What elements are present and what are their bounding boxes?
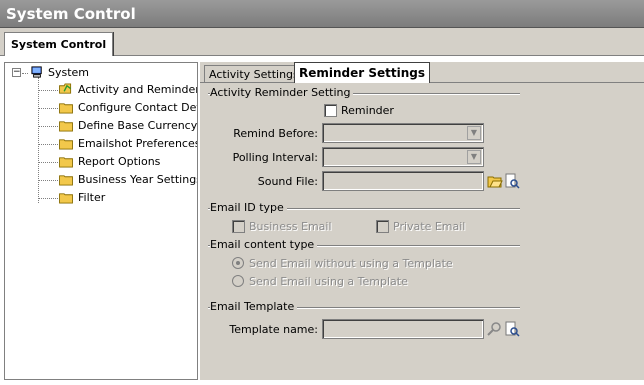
window-title: System Control — [0, 0, 644, 28]
tree-item-report-options[interactable]: Report Options — [78, 154, 160, 170]
tree-connector — [22, 73, 28, 74]
template-name-label: Template name: — [229, 323, 318, 336]
business-email-label: Business Email — [249, 220, 332, 233]
radio-with-template-label: Send Email using a Template — [249, 275, 408, 288]
tree-item-base-currency[interactable]: Define Base Currency — [78, 118, 197, 134]
folder-icon — [59, 157, 73, 168]
activity-folder-icon — [59, 83, 72, 94]
folder-icon — [59, 193, 73, 204]
group-title-email-content: Email content type — [210, 238, 318, 251]
polling-interval-select[interactable]: ▼ — [322, 147, 484, 167]
folder-icon — [59, 121, 73, 132]
polling-interval-label: Polling Interval: — [232, 151, 318, 164]
tree-item-system[interactable]: System — [48, 65, 89, 81]
business-email-checkbox[interactable] — [232, 220, 245, 233]
tree-item-activity-reminder[interactable]: Activity and Reminder Se — [78, 82, 197, 98]
radio-with-template[interactable] — [232, 275, 244, 287]
folder-icon — [59, 139, 73, 150]
folder-icon — [59, 103, 73, 114]
sound-file-label: Sound File: — [257, 175, 318, 188]
outer-tabstrip: System Control — [0, 28, 644, 57]
search-icon[interactable] — [487, 321, 503, 337]
tree-connector — [38, 90, 58, 91]
preview-icon[interactable] — [504, 321, 520, 337]
reminder-check-label: Reminder — [341, 104, 394, 117]
tab-system-control[interactable]: System Control — [4, 32, 114, 57]
tree-item-contact-details[interactable]: Configure Contact Detail — [78, 100, 197, 116]
radio-without-template[interactable] — [232, 257, 244, 269]
remind-before-select[interactable]: ▼ — [322, 123, 484, 143]
computer-icon — [31, 66, 42, 78]
private-email-checkbox[interactable] — [376, 220, 389, 233]
open-folder-icon[interactable] — [487, 173, 503, 189]
private-email-label: Private Email — [393, 220, 466, 233]
collapse-icon[interactable]: − — [12, 68, 21, 77]
group-title-reminder: Activity Reminder Setting — [210, 86, 354, 99]
folder-icon — [59, 175, 73, 186]
tree-connector — [38, 198, 58, 199]
system-tree[interactable]: − System Activity and Reminder Se Config… — [4, 62, 198, 380]
group-title-email-id: Email ID type — [210, 201, 287, 214]
tree-connector — [38, 180, 58, 181]
reminder-settings-body: Activity Reminder Setting Reminder Remin… — [200, 82, 644, 380]
tab-reminder-settings[interactable]: Reminder Settings — [294, 62, 431, 83]
settings-area: Activity Settings Reminder Settings Acti… — [200, 62, 644, 380]
tree-connector — [38, 162, 58, 163]
group-title-email-template: Email Template — [210, 300, 298, 313]
tree-item-emailshot-preferences[interactable]: Emailshot Preferences — [78, 136, 197, 152]
tree-connector — [38, 144, 58, 145]
tree-connector — [38, 108, 58, 109]
remind-before-label: Remind Before: — [233, 127, 318, 140]
tree-item-filter[interactable]: Filter — [78, 190, 105, 206]
reminder-checkbox[interactable] — [324, 104, 337, 117]
chevron-down-icon[interactable]: ▼ — [467, 126, 481, 140]
sound-file-input[interactable] — [322, 171, 484, 191]
tab-activity-settings[interactable]: Activity Settings — [204, 65, 304, 83]
tree-item-business-year[interactable]: Business Year Settings — [78, 172, 197, 188]
template-name-input[interactable] — [322, 319, 484, 339]
tree-connector — [38, 77, 39, 203]
preview-icon[interactable] — [504, 173, 520, 189]
radio-without-template-label: Send Email without using a Template — [249, 257, 453, 270]
tree-connector — [38, 126, 58, 127]
chevron-down-icon[interactable]: ▼ — [467, 150, 481, 164]
